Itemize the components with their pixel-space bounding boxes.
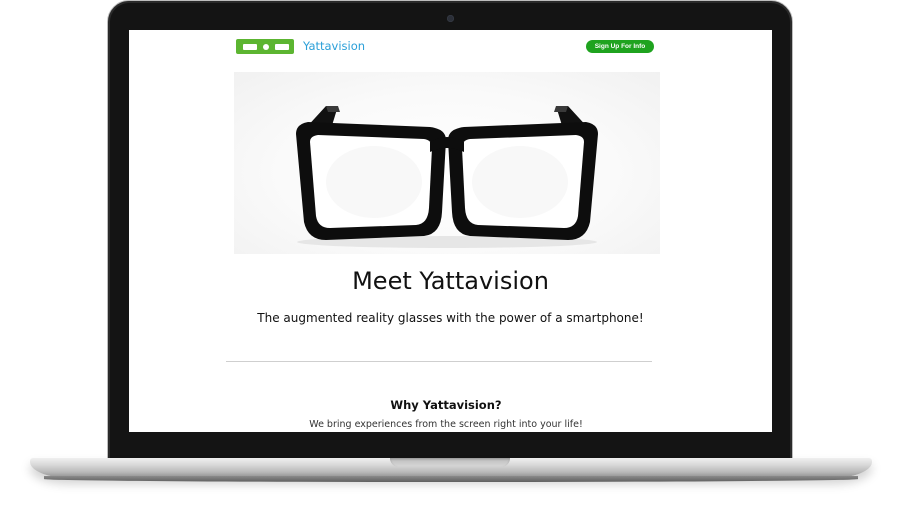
laptop-mockup: Yattavision Sign Up For Info Meet Yattav… xyxy=(0,0,902,519)
brand-name-link[interactable]: Yattavision xyxy=(303,38,365,55)
hero-image-glasses xyxy=(234,72,660,254)
logo-icon[interactable] xyxy=(236,39,294,54)
laptop-notch xyxy=(390,458,510,467)
tagline: The augmented reality glasses with the p… xyxy=(257,311,644,325)
signup-button[interactable]: Sign Up For Info xyxy=(586,40,654,53)
site-header: Yattavision Sign Up For Info xyxy=(236,38,654,56)
webcam-icon xyxy=(447,15,454,22)
section-divider xyxy=(226,361,652,362)
page-title: Meet Yattavision xyxy=(352,267,549,295)
eyeglasses-image xyxy=(296,106,598,248)
why-text: We bring experiences from the screen rig… xyxy=(309,419,583,430)
why-heading: Why Yattavision? xyxy=(390,398,502,412)
laptop-screen: Yattavision Sign Up For Info Meet Yattav… xyxy=(129,30,772,432)
laptop-base-shadow xyxy=(44,476,858,482)
